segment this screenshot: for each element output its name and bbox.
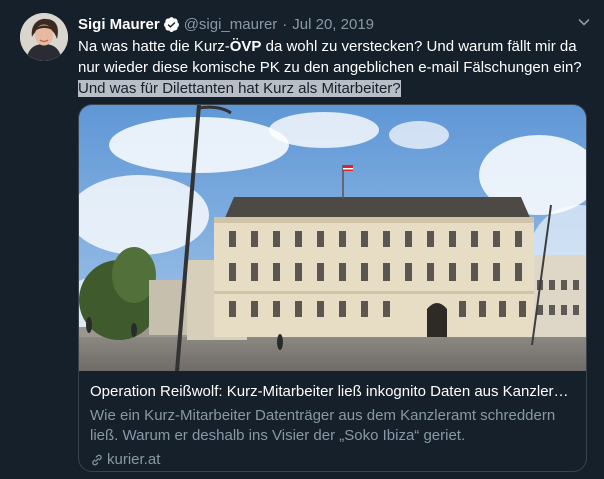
chevron-down-icon[interactable] — [576, 14, 592, 30]
avatar[interactable] — [20, 13, 68, 61]
tweet-date[interactable]: Jul 20, 2019 — [292, 16, 374, 33]
card-body[interactable]: Operation Reißwolf: Kurz-Mitarbeiter lie… — [90, 382, 575, 470]
card-title[interactable]: Operation Reißwolf: Kurz-Mitarbeiter lie… — [90, 382, 575, 402]
card-domain[interactable]: kurier.at — [90, 450, 575, 470]
card-image[interactable] — [79, 105, 586, 371]
link-card[interactable]: Operation Reißwolf: Kurz-Mitarbeiter lie… — [78, 104, 587, 472]
author-handle[interactable]: @sigi_maurer — [184, 16, 278, 33]
tweet[interactable]: Sigi Maurer @sigi_maurer · Jul 20, 2019 … — [0, 0, 604, 479]
author-name[interactable]: Sigi Maurer — [78, 16, 160, 33]
tweet-text: Na was hatte die Kurz-ÖVP da wohl zu ver… — [78, 36, 598, 99]
verified-badge-icon — [163, 16, 179, 32]
card-description: Wie ein Kurz-Mitarbeiter Datenträger aus… — [90, 407, 556, 444]
tweet-text-part: Na was hatte die Kurz- — [78, 38, 230, 55]
tweet-text-selected: Und was für Dilettanten hat Kurz als Mit… — [78, 80, 401, 97]
tweet-text-bold: ÖVP — [229, 38, 262, 55]
tweet-header: Sigi Maurer @sigi_maurer · Jul 20, 2019 — [78, 14, 592, 34]
separator-dot: · — [282, 15, 288, 33]
card-domain-text[interactable]: kurier.at — [107, 450, 160, 470]
link-icon — [92, 454, 102, 466]
